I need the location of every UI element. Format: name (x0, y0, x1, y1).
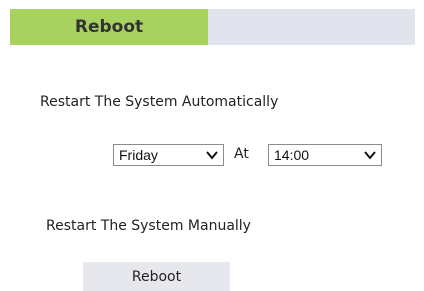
day-select-value: Friday (119, 147, 158, 163)
manual-restart-label: Restart The System Manually (46, 218, 251, 234)
day-select[interactable]: Friday (113, 144, 224, 166)
reboot-button[interactable]: Reboot (83, 262, 230, 291)
time-select[interactable]: 14:00 (268, 144, 382, 166)
tab-reboot[interactable]: Reboot (10, 9, 208, 45)
chevron-down-icon (364, 151, 376, 160)
chevron-down-icon (206, 151, 218, 160)
auto-restart-label: Restart The System Automatically (40, 94, 279, 110)
at-label: At (234, 146, 249, 162)
header-bar: Reboot (10, 9, 415, 45)
time-select-value: 14:00 (274, 147, 310, 163)
